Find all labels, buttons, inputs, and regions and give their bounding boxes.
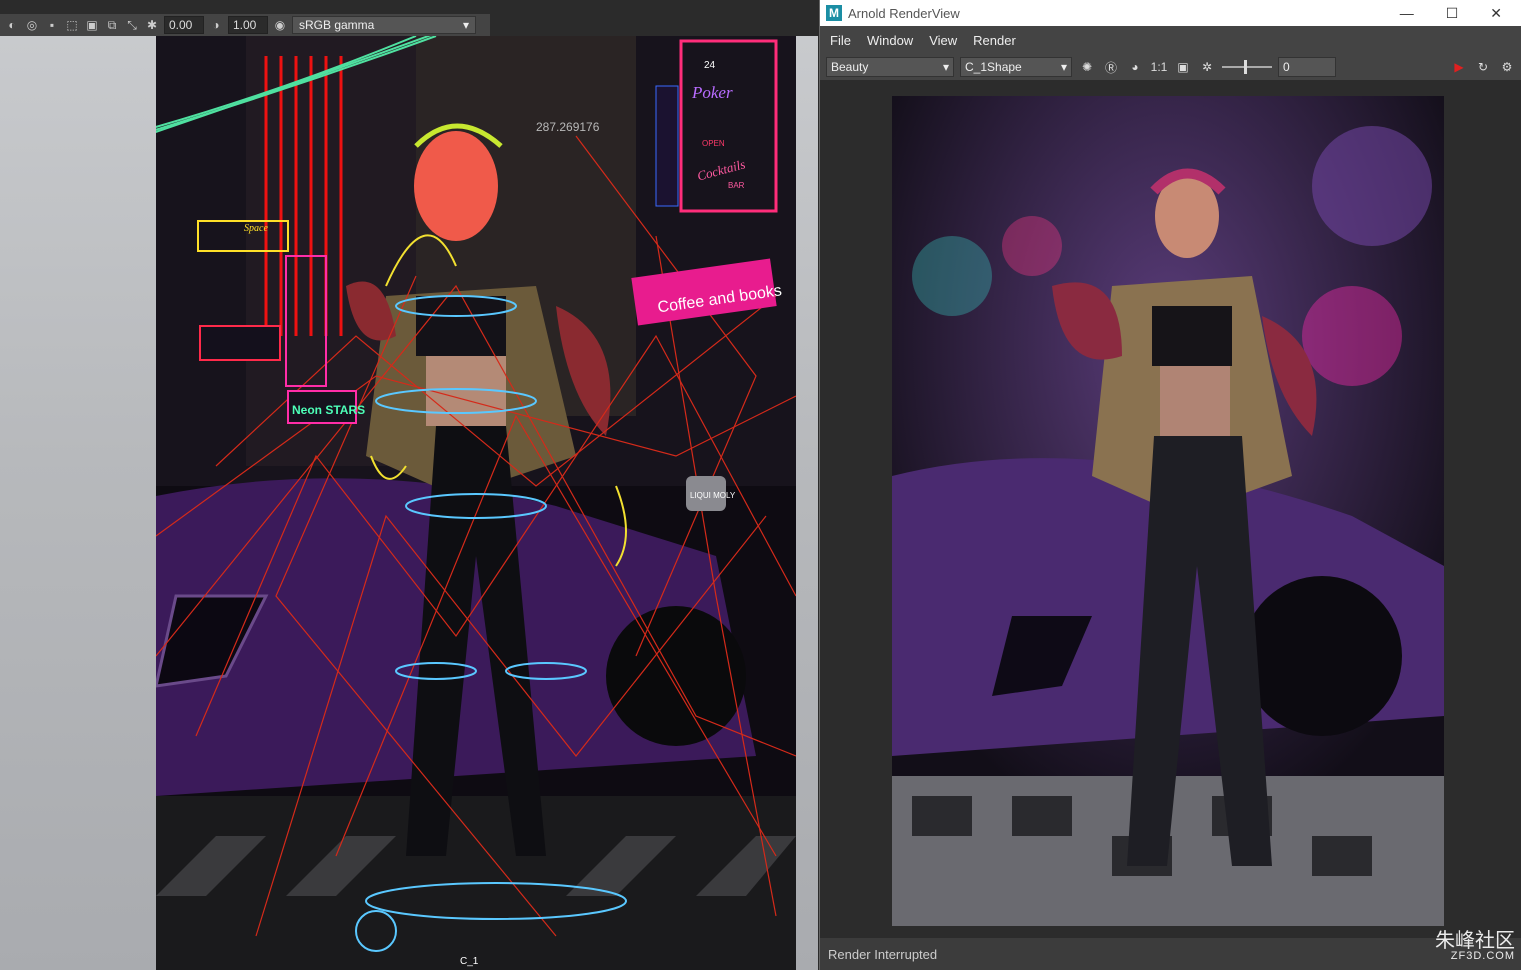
- settings-gear-icon[interactable]: ⚙: [1498, 58, 1516, 76]
- renderview-menubar: File Window View Render: [820, 26, 1521, 54]
- exposure-field[interactable]: 0: [1278, 57, 1336, 77]
- viewport-toolbar: ◐ ◎ ▪ ⬚ ▣ ⧉ ⤡ ✱ 0.00 ◑ 1.00 ◉ sRGB gamma…: [0, 14, 490, 36]
- gamma-field[interactable]: 1.00: [228, 16, 268, 34]
- renderview-titlebar[interactable]: M Arnold RenderView — ☐ ✕: [820, 0, 1521, 26]
- color-management-icon[interactable]: ◉: [272, 17, 288, 33]
- render-play-icon[interactable]: ▶: [1450, 58, 1468, 76]
- maximize-icon[interactable]: ☐: [1446, 5, 1459, 22]
- sign-number: 24: [704, 60, 716, 71]
- coord-readout: 287.269176: [536, 120, 600, 134]
- menu-window[interactable]: Window: [867, 33, 913, 48]
- exposure-field[interactable]: 0.00: [164, 16, 204, 34]
- chevron-down-icon: ▾: [1060, 60, 1067, 74]
- exposure-slider[interactable]: [1222, 60, 1272, 74]
- render-image: [892, 96, 1444, 926]
- render-image-art: [892, 96, 1444, 926]
- render-status: Render Interrupted: [820, 938, 1521, 970]
- watermark: 朱峰社区 ZF3D.COM: [1435, 931, 1515, 962]
- camera-value: C_1Shape: [965, 60, 1022, 74]
- resolution-gate-icon[interactable]: ⧉: [104, 17, 120, 33]
- chevron-down-icon: ▾: [942, 60, 949, 74]
- colorspace-value: sRGB gamma: [299, 18, 375, 32]
- refresh-icon[interactable]: ↻: [1474, 58, 1492, 76]
- region-icon[interactable]: ▣: [1174, 58, 1192, 76]
- renderview-toolbar: Beauty ▾ C_1Shape ▾ ✺ Ⓡ ◕ 1:1 ▣ ✲ 0 ▶ ↻ …: [820, 54, 1521, 80]
- sign-neon-stars: Neon STARS: [292, 403, 365, 417]
- isolate-icon[interactable]: ◎: [24, 17, 40, 33]
- aov-value: Beauty: [831, 60, 869, 74]
- grid-toggle-icon[interactable]: ▪: [44, 17, 60, 33]
- aov-dropdown[interactable]: Beauty ▾: [826, 57, 954, 77]
- chevron-down-icon: ▾: [462, 18, 469, 32]
- gamma-icon[interactable]: ◑: [208, 17, 224, 33]
- sign-open: OPEN: [702, 139, 725, 148]
- renderview-title: Arnold RenderView: [848, 5, 960, 21]
- display-settings-icon[interactable]: ✺: [1078, 58, 1096, 76]
- colorspace-dropdown[interactable]: sRGB gamma ▾: [292, 16, 476, 34]
- exposure-icon[interactable]: ✲: [1198, 58, 1216, 76]
- sign-liqui: LIQUI MOLY: [690, 491, 736, 500]
- camera-label: C_1: [460, 956, 479, 967]
- sign-bar: BAR: [728, 181, 745, 190]
- camera-dropdown[interactable]: C_1Shape ▾: [960, 57, 1072, 77]
- menu-file[interactable]: File: [830, 33, 851, 48]
- viewport-scene-art: 24 Poker OPEN Cocktails BAR Coffee and b…: [156, 36, 796, 970]
- alpha-channel-icon[interactable]: ◕: [1126, 58, 1144, 76]
- watermark-logo: 朱峰社区: [1435, 930, 1515, 952]
- menu-render[interactable]: Render: [973, 33, 1016, 48]
- zoom-level[interactable]: 1:1: [1150, 58, 1168, 76]
- watermark-url: ZF3D.COM: [1450, 950, 1515, 962]
- minimize-icon[interactable]: —: [1400, 5, 1414, 22]
- menu-view[interactable]: View: [929, 33, 957, 48]
- renderview-window: M Arnold RenderView — ☐ ✕ File Window Vi…: [819, 0, 1521, 970]
- close-icon[interactable]: ✕: [1490, 5, 1502, 22]
- frame-icon[interactable]: ⤡: [124, 17, 140, 33]
- exposure-icon[interactable]: ✱: [144, 17, 160, 33]
- viewport-scene[interactable]: 24 Poker OPEN Cocktails BAR Coffee and b…: [156, 36, 796, 970]
- exposure-value: 0: [1283, 60, 1290, 74]
- rgb-channel-icon[interactable]: Ⓡ: [1102, 58, 1120, 76]
- status-text: Render Interrupted: [828, 946, 938, 962]
- sign-poker: Poker: [691, 83, 733, 102]
- render-canvas[interactable]: [820, 80, 1521, 938]
- sign-space: Space: [244, 223, 268, 234]
- shading-icon[interactable]: ◐: [4, 17, 20, 33]
- film-gate-icon[interactable]: ▣: [84, 17, 100, 33]
- maya-logo-icon: M: [826, 5, 842, 21]
- select-camera-icon[interactable]: ⬚: [64, 17, 80, 33]
